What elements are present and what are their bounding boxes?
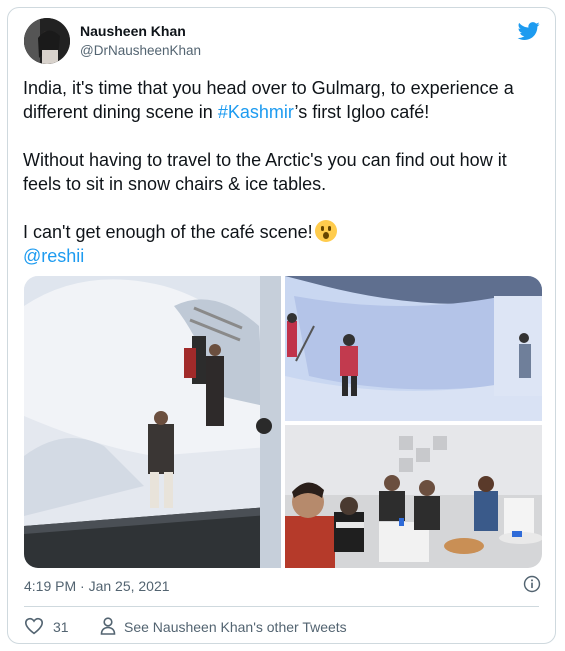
tweet-paragraph-2: Without having to travel to the Arctic's… <box>23 150 507 194</box>
author-name[interactable]: Nausheen Khan <box>80 23 186 39</box>
photo-igloo-wall[interactable] <box>285 276 542 421</box>
twitter-bird-icon[interactable] <box>517 20 541 42</box>
author-handle[interactable]: @DrNausheenKhan <box>80 43 201 58</box>
avatar[interactable] <box>24 18 70 64</box>
hashtag-link[interactable]: #Kashmir <box>218 102 295 122</box>
info-icon[interactable] <box>523 575 541 593</box>
tweet-text-part: ’s first Igloo café! <box>294 102 430 122</box>
like-count[interactable]: 31 <box>53 619 69 635</box>
media-grid <box>24 276 542 568</box>
tweet-paragraph-3: I can't get enough of the café scene! <box>23 220 548 244</box>
tweet-text: India, it's time that you head over to G… <box>23 76 548 268</box>
hushed-face-emoji <box>314 220 337 242</box>
person-icon <box>100 617 116 635</box>
mention-link[interactable]: @reshii <box>23 244 548 268</box>
photo-igloo-entrance[interactable] <box>24 276 281 568</box>
tweet-card: Nausheen Khan @DrNausheenKhan India, it'… <box>7 7 556 644</box>
heart-icon[interactable] <box>24 617 44 635</box>
tweet-paragraph-1: India, it's time that you head over to G… <box>23 76 548 124</box>
see-other-tweets-link[interactable]: See Nausheen Khan's other Tweets <box>124 619 347 635</box>
divider <box>24 606 539 607</box>
photo-igloo-cafe-interior[interactable] <box>285 425 542 568</box>
tweet-text-part: I can't get enough of the café scene! <box>23 222 313 242</box>
tweet-timestamp[interactable]: 4:19 PM · Jan 25, 2021 <box>24 578 170 594</box>
